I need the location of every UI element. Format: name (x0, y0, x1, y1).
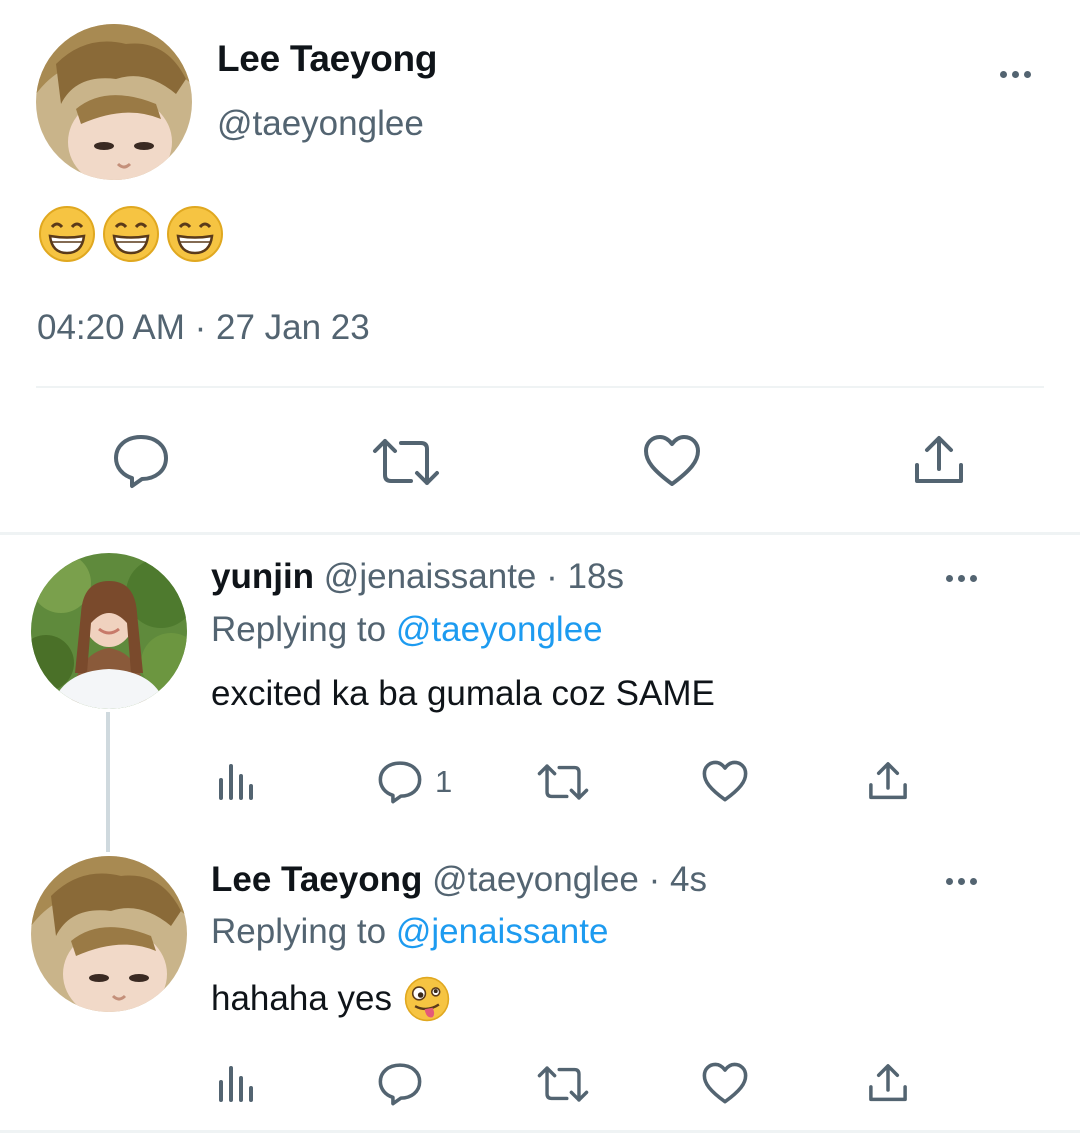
reply2-text-row: hahaha yes (211, 976, 450, 1022)
main-author-handle[interactable]: @taeyonglee (217, 104, 424, 144)
reply1-views-button[interactable] (218, 762, 254, 800)
main-share-button[interactable] (912, 433, 966, 487)
grinning-emoji-icon (103, 206, 159, 262)
grinning-emoji-icon (167, 206, 223, 262)
reply-icon (378, 1063, 422, 1106)
main-like-button[interactable] (643, 434, 701, 488)
main-author-avatar[interactable] (36, 24, 192, 180)
reply2-more-options-icon[interactable] (946, 878, 977, 885)
reply-icon (114, 435, 168, 488)
reply1-author-handle[interactable]: @jenaissante (324, 557, 537, 596)
reply-icon (378, 761, 422, 804)
reply1-text: excited ka ba gumala coz SAME (211, 674, 715, 713)
retweet-icon (537, 764, 589, 800)
reply1-retweet-button[interactable] (536, 763, 590, 801)
reply1-author-name[interactable]: yunjin (211, 557, 314, 596)
reply1-replying-to: Replying to @taeyonglee (211, 610, 603, 650)
reply2-time[interactable]: · 4s (649, 860, 707, 899)
reply1-more-options-icon[interactable] (946, 575, 977, 582)
reply2-author-avatar[interactable] (31, 856, 187, 1012)
section-divider (0, 532, 1080, 535)
reply2-views-button[interactable] (218, 1064, 254, 1102)
divider (36, 386, 1044, 388)
reply2-reply-button[interactable] (377, 1062, 423, 1106)
share-icon (915, 436, 963, 483)
grinning-emoji-icon (39, 206, 95, 262)
main-retweet-button[interactable] (371, 437, 441, 487)
reply1-like-button[interactable] (702, 760, 748, 803)
reply2-replying-to: Replying to @jenaissante (211, 912, 608, 952)
main-reply-button[interactable] (112, 433, 170, 489)
views-icon (219, 764, 253, 800)
like-icon (702, 760, 748, 802)
reply1-share-button[interactable] (867, 760, 909, 802)
reply2-author-name[interactable]: Lee Taeyong (211, 860, 422, 899)
reply1-header: yunjin @jenaissante · 18s (211, 557, 624, 597)
reply2-retweet-button[interactable] (536, 1065, 590, 1103)
zany-face-emoji-icon (404, 976, 450, 1022)
replying-to-label: Replying to (211, 610, 387, 649)
reply1-reply-count: 1 (435, 764, 453, 799)
replying-to-handle-link[interactable]: @jenaissante (396, 912, 609, 951)
replying-to-label: Replying to (211, 912, 387, 951)
main-more-options-icon[interactable] (1000, 71, 1031, 78)
reply2-share-button[interactable] (867, 1062, 909, 1104)
retweet-icon (537, 1066, 589, 1102)
reply2-header: Lee Taeyong @taeyonglee · 4s (211, 860, 707, 900)
share-icon (869, 1064, 907, 1102)
like-icon (702, 1062, 748, 1104)
reply1-time[interactable]: · 18s (546, 557, 624, 596)
retweet-icon (373, 439, 439, 485)
reply1-reply-button[interactable]: 1 (377, 760, 452, 804)
views-icon (219, 1066, 253, 1102)
replying-to-handle-link[interactable]: @taeyonglee (396, 610, 603, 649)
reply2-author-handle[interactable]: @taeyonglee (432, 860, 639, 899)
reply1-author-avatar[interactable] (31, 553, 187, 709)
reply2-text: hahaha yes (211, 979, 392, 1018)
bottom-divider (0, 1130, 1080, 1133)
thread-connector-line (106, 712, 110, 852)
share-icon (869, 762, 907, 800)
main-tweet-timestamp[interactable]: 04:20 AM · 27 Jan 23 (37, 308, 370, 348)
main-tweet-content (38, 205, 224, 265)
main-author-name[interactable]: Lee Taeyong (217, 38, 437, 80)
reply2-like-button[interactable] (702, 1062, 748, 1105)
like-icon (644, 435, 700, 486)
